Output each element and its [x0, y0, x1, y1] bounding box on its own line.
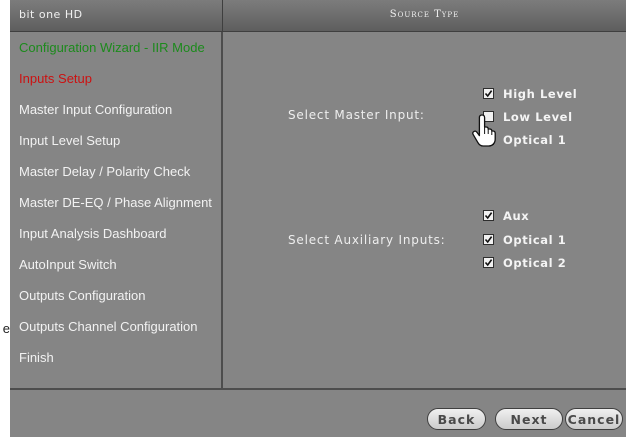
sidebar-item-inputs-setup[interactable]: Inputs Setup	[10, 63, 221, 94]
wizard-steps-sidebar: Configuration Wizard - IIR Mode Inputs S…	[10, 32, 223, 388]
sidebar-item-outputs-channel-configuration[interactable]: Outputs Channel Configuration	[10, 311, 221, 342]
sidebar-item-master-delay-polarity[interactable]: Master Delay / Polarity Check	[10, 156, 221, 187]
wizard-footer: Back Next Cancel	[10, 388, 626, 437]
sidebar-item-autoinput-switch[interactable]: AutoInput Switch	[10, 249, 221, 280]
checkbox-checked-icon	[483, 88, 494, 99]
background-text-fragment: e	[2, 321, 10, 336]
aux-input-optical-2-checkbox[interactable]: Optical 2	[483, 256, 566, 270]
checkbox-checked-icon	[483, 210, 494, 221]
auxiliary-inputs-label: Select Auxiliary Inputs:	[288, 233, 446, 247]
aux-input-optical-1-checkbox[interactable]: Optical 1	[483, 233, 566, 247]
master-input-high-level-checkbox[interactable]: High Level	[483, 87, 577, 101]
checkbox-checked-icon	[483, 257, 494, 268]
next-button[interactable]: Next	[495, 408, 563, 430]
app-window: bit one HD Source Type Configuration Wiz…	[10, 0, 626, 437]
app-title: bit one HD	[10, 0, 223, 32]
sidebar-item-master-de-eq-phase[interactable]: Master DE-EQ / Phase Alignment	[10, 187, 221, 218]
hand-pointer-cursor-icon	[472, 114, 496, 147]
sidebar-item-master-input-configuration[interactable]: Master Input Configuration	[10, 94, 221, 125]
sidebar-item-configuration-wizard[interactable]: Configuration Wizard - IIR Mode	[10, 32, 221, 63]
option-label: Optical 1	[503, 233, 567, 247]
back-button[interactable]: Back	[427, 408, 486, 430]
option-label: Aux	[503, 209, 530, 223]
sidebar-item-outputs-configuration[interactable]: Outputs Configuration	[10, 280, 221, 311]
option-label: Low Level	[503, 110, 573, 124]
aux-input-aux-checkbox[interactable]: Aux	[483, 209, 529, 223]
sidebar-item-finish[interactable]: Finish	[10, 342, 221, 373]
sidebar-item-input-analysis-dashboard[interactable]: Input Analysis Dashboard	[10, 218, 221, 249]
option-label: Optical 2	[503, 256, 567, 270]
checkbox-checked-icon	[483, 234, 494, 245]
section-title: Source Type	[223, 0, 626, 32]
source-type-panel: Select Master Input: High Level Low Leve…	[223, 32, 626, 388]
option-label: High Level	[503, 87, 578, 101]
option-label: Optical 1	[503, 133, 567, 147]
sidebar-item-input-level-setup[interactable]: Input Level Setup	[10, 125, 221, 156]
cancel-button[interactable]: Cancel	[565, 408, 623, 430]
master-input-label: Select Master Input:	[288, 108, 425, 122]
